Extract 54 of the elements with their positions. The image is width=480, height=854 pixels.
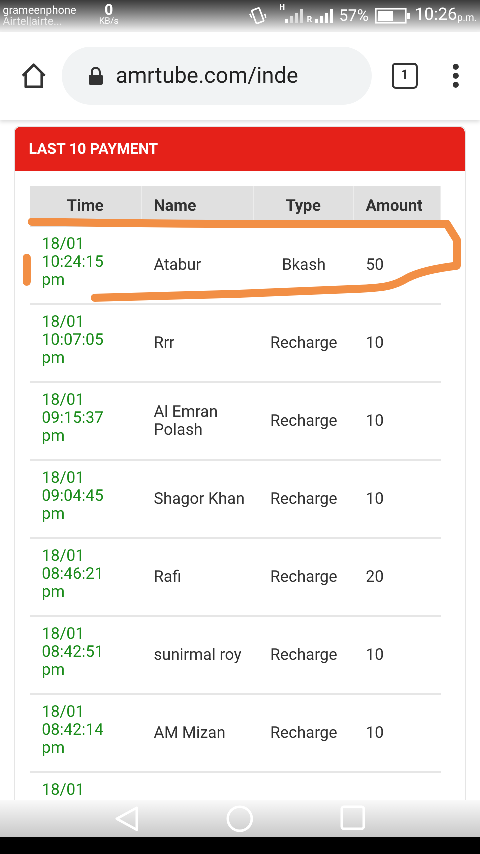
- clock-time: 10:26: [414, 4, 458, 28]
- card-header: LAST 10 PAYMENT: [15, 127, 465, 171]
- recent-apps-icon[interactable]: [339, 804, 368, 834]
- vibrate-icon: [248, 6, 268, 26]
- speed-value: 0: [104, 4, 114, 16]
- table-cell: 10: [366, 645, 384, 664]
- roaming-label: R: [307, 14, 312, 26]
- column-header: Type: [286, 195, 321, 217]
- table-cell-text: Al Emran Polash: [154, 403, 220, 439]
- battery-percent: 57%: [339, 5, 369, 27]
- table-cell: 10: [366, 411, 384, 430]
- column-header: Time: [67, 195, 104, 217]
- network-type-label: H: [280, 2, 286, 14]
- home-icon[interactable]: [20, 62, 48, 90]
- table-cell: Recharge: [270, 723, 338, 742]
- carrier-name: Airtel|airte...: [3, 16, 62, 27]
- table-cell-text: Rafi: [154, 568, 182, 586]
- carrier-name: grameenphone: [3, 5, 78, 16]
- url-text: amrtube.com/inde: [116, 62, 298, 90]
- time-cell-text: 18/01: [42, 781, 86, 799]
- time-cell-text: 18/01 10:07:05 pm: [42, 313, 105, 367]
- time-cell-text: 18/01 09:15:37 pm: [42, 391, 105, 445]
- table-cell: 10: [366, 333, 384, 352]
- time-cell-text: 18/01 08:42:14 pm: [42, 703, 105, 757]
- table-cell: Recharge: [270, 489, 338, 508]
- table-cell-text: sunirmal roy: [154, 646, 243, 664]
- time-cell-text: 18/01 08:42:51 pm: [42, 625, 105, 679]
- table-cell: Recharge: [270, 333, 338, 352]
- clock-period: p.m.: [457, 12, 477, 26]
- tab-count-button[interactable]: 1: [392, 63, 418, 89]
- table-cell: 50: [366, 255, 384, 274]
- table-cell: 10: [366, 489, 384, 508]
- table-cell-text: Atabur: [154, 256, 202, 274]
- battery-icon: [374, 8, 411, 24]
- table-cell-text: Shagor Khan: [154, 490, 246, 508]
- lock-icon: [88, 66, 104, 86]
- time-cell-text: 18/01 10:24:15 pm: [42, 235, 105, 289]
- time-cell-text: 18/01 09:04:45 pm: [42, 469, 105, 523]
- menu-icon[interactable]: [452, 63, 460, 89]
- signal-icon: [285, 9, 304, 23]
- table-cell: Recharge: [270, 411, 338, 430]
- signal-icon: [315, 9, 334, 23]
- table-cell-text: Rrr: [154, 334, 176, 352]
- table-cell: 20: [366, 567, 384, 586]
- table-cell: 10: [366, 723, 384, 742]
- table-cell: Recharge: [270, 645, 338, 664]
- table-cell: Bkash: [282, 255, 326, 274]
- column-header: Name: [154, 195, 196, 217]
- address-bar[interactable]: amrtube.com/inde: [62, 47, 372, 105]
- column-header: Amount: [366, 195, 423, 217]
- table-cell-text: AM Mizan: [154, 724, 227, 742]
- time-cell-text: 18/01 08:46:21 pm: [42, 547, 105, 601]
- speed-unit: KB/s: [99, 16, 119, 28]
- table-cell: Recharge: [270, 567, 338, 586]
